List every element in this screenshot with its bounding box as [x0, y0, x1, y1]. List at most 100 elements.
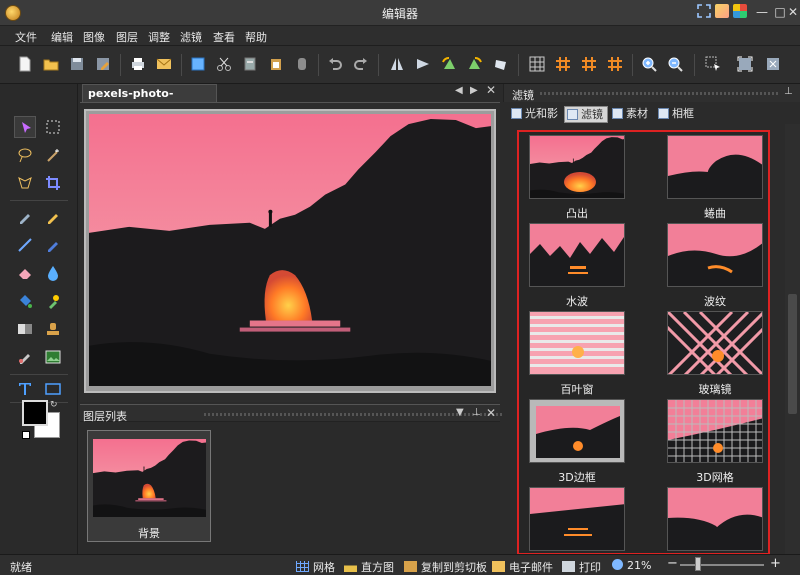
- save-as-icon[interactable]: [92, 53, 114, 75]
- pencil-icon[interactable]: [42, 206, 64, 228]
- scrollbar-thumb[interactable]: [788, 294, 797, 414]
- histogram-button[interactable]: 直方图: [344, 559, 394, 575]
- rotate-right-icon[interactable]: [464, 53, 486, 75]
- tab-scroll-right-icon[interactable]: ▶: [470, 85, 478, 96]
- menu-adjust[interactable]: 调整: [148, 29, 170, 45]
- crop-icon[interactable]: [42, 172, 64, 194]
- print-button[interactable]: 打印: [562, 559, 601, 575]
- menu-file[interactable]: 文件: [15, 29, 37, 45]
- new-file-icon[interactable]: [14, 53, 36, 75]
- redo-icon[interactable]: [350, 53, 372, 75]
- layer-name: 背景: [138, 527, 160, 540]
- close-button[interactable]: ✕: [786, 3, 800, 21]
- grid-icon[interactable]: [526, 53, 548, 75]
- document-tab[interactable]: pexels-photo-931911.jpeg: [82, 84, 217, 117]
- zoom-icon: [612, 559, 623, 570]
- zoom-slider-handle[interactable]: [694, 557, 701, 571]
- window-title: 编辑器: [381, 7, 418, 21]
- select-cursor-icon[interactable]: [702, 53, 724, 75]
- rect-select-icon[interactable]: [42, 116, 64, 138]
- smudge-icon[interactable]: [14, 346, 36, 368]
- text-tool-icon[interactable]: [14, 378, 36, 400]
- menu-image[interactable]: 图像: [83, 29, 105, 45]
- filters-scrollbar[interactable]: [785, 124, 800, 554]
- copy-to-clipboard-button[interactable]: 复制到剪切板: [404, 559, 487, 575]
- polygon-lasso-icon[interactable]: [14, 172, 36, 194]
- menu-help[interactable]: 帮助: [245, 29, 267, 45]
- tab-icon: [511, 108, 522, 119]
- tab-frames[interactable]: 相框: [656, 106, 694, 123]
- cut-icon[interactable]: [213, 53, 235, 75]
- zoom-out-button[interactable]: −: [667, 556, 678, 571]
- paste-icon[interactable]: [265, 53, 287, 75]
- tab-filters[interactable]: 滤镜: [564, 106, 608, 123]
- menu-layer[interactable]: 图层: [116, 29, 138, 45]
- color-picker-icon[interactable]: [42, 290, 64, 312]
- fit-window-icon[interactable]: [734, 53, 756, 75]
- grid-hash-icon[interactable]: [552, 53, 574, 75]
- rotate-left-icon[interactable]: [438, 53, 460, 75]
- email-icon: [492, 561, 505, 572]
- tab-materials[interactable]: 素材: [610, 106, 648, 123]
- zoom-out-icon[interactable]: [664, 53, 686, 75]
- move-tool-icon[interactable]: [14, 116, 36, 138]
- grid-hash-icon-2[interactable]: [578, 53, 600, 75]
- layer-item[interactable]: 背景: [87, 430, 211, 542]
- clear-icon[interactable]: [291, 53, 313, 75]
- stamp-icon[interactable]: [42, 318, 64, 340]
- grid-toggle[interactable]: 网格: [296, 559, 335, 575]
- theme-icon[interactable]: [715, 4, 729, 20]
- status-text: 就绪: [10, 561, 32, 574]
- flip-horizontal-icon[interactable]: [412, 53, 434, 75]
- flip-vertical-icon[interactable]: [386, 53, 408, 75]
- paint-bucket-icon[interactable]: [14, 290, 36, 312]
- undo-icon[interactable]: [324, 53, 346, 75]
- rotate-free-icon[interactable]: [490, 53, 512, 75]
- swap-colors-icon[interactable]: ↻: [50, 400, 58, 410]
- skin-icon[interactable]: [733, 4, 747, 20]
- tab-light-shadow[interactable]: 光和影: [509, 106, 558, 123]
- image-insert-icon[interactable]: [42, 346, 64, 368]
- zoom-in-button[interactable]: +: [770, 556, 781, 571]
- filters-tabs: 光和影 滤镜 素材 相框: [503, 102, 800, 124]
- print-icon[interactable]: [127, 53, 149, 75]
- grid-icon: [296, 561, 309, 572]
- magic-wand-icon[interactable]: [42, 144, 64, 166]
- menu-view[interactable]: 查看: [213, 29, 235, 45]
- email-icon[interactable]: [153, 53, 175, 75]
- filters-panel-header: 滤镜 ⊥: [503, 84, 800, 102]
- copy-icon[interactable]: [239, 53, 261, 75]
- blur-drop-icon[interactable]: [42, 262, 64, 284]
- default-colors-icon[interactable]: [22, 431, 30, 439]
- lasso-icon[interactable]: [14, 144, 36, 166]
- email-button[interactable]: 电子邮件: [492, 559, 553, 575]
- pen-icon[interactable]: [14, 206, 36, 228]
- actual-size-icon[interactable]: [762, 53, 784, 75]
- layer-thumbnail: [93, 439, 206, 517]
- rectangle-tool-icon[interactable]: [42, 378, 64, 400]
- panel-close-icon[interactable]: ✕: [486, 406, 496, 420]
- select-all-icon[interactable]: [187, 53, 209, 75]
- pin-icon[interactable]: ⊥: [472, 407, 481, 418]
- document-close-icon[interactable]: ✕: [486, 83, 496, 97]
- menu-edit[interactable]: 编辑: [51, 29, 73, 45]
- line-tool-icon[interactable]: [14, 234, 36, 256]
- layers-panel-header: 图层列表 ▼ ⊥ ✕: [80, 404, 504, 423]
- panel-menu-icon[interactable]: ▼: [456, 407, 464, 418]
- pin-icon[interactable]: ⊥: [784, 86, 793, 97]
- gradient-icon[interactable]: [14, 318, 36, 340]
- brush-icon[interactable]: [42, 234, 64, 256]
- grid-hash-icon-3[interactable]: [604, 53, 626, 75]
- tab-scroll-left-icon[interactable]: ◀: [455, 85, 463, 96]
- minimize-button[interactable]: —: [752, 3, 772, 21]
- zoom-slider[interactable]: [680, 564, 764, 566]
- panel-grip[interactable]: [540, 92, 780, 95]
- open-folder-icon[interactable]: [40, 53, 62, 75]
- fullscreen-icon[interactable]: [697, 4, 711, 20]
- zoom-in-icon[interactable]: [638, 53, 660, 75]
- save-icon[interactable]: [66, 53, 88, 75]
- menu-filter[interactable]: 滤镜: [180, 29, 202, 45]
- foreground-color-swatch[interactable]: [22, 400, 48, 426]
- eraser-icon[interactable]: [14, 262, 36, 284]
- image-canvas[interactable]: [84, 109, 496, 393]
